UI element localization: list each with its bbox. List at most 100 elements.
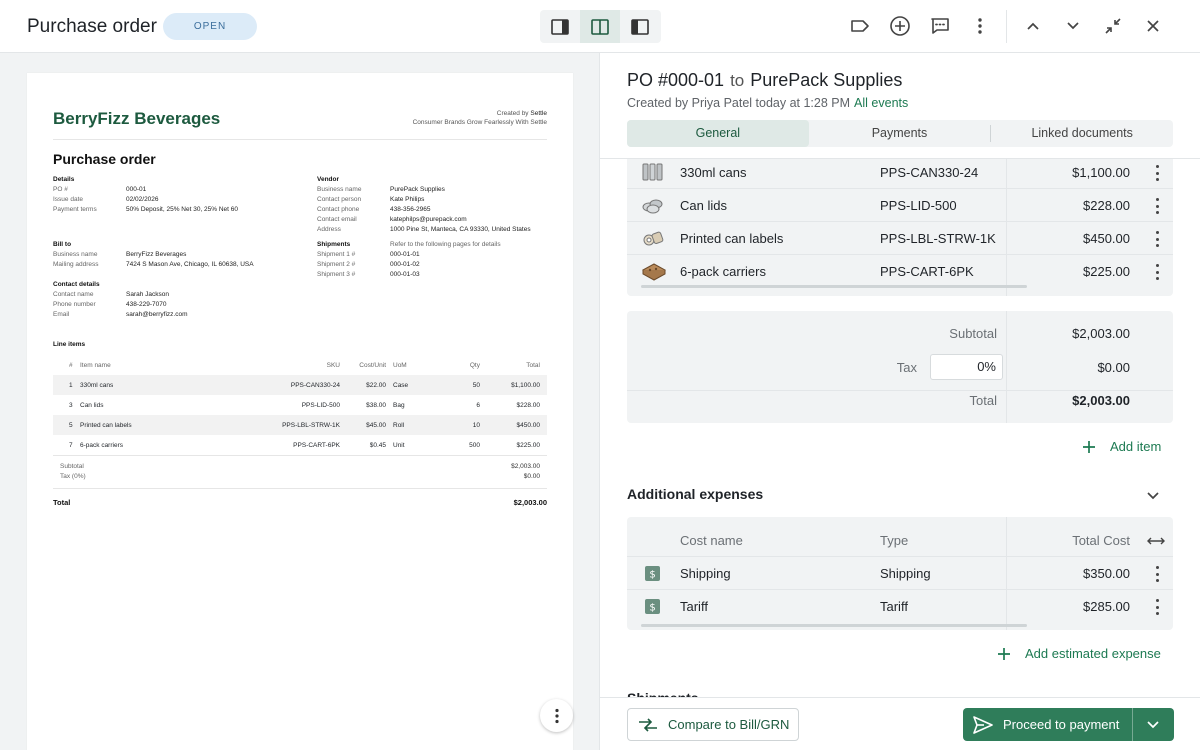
split-view-button[interactable] — [580, 10, 620, 43]
row-menu-button[interactable] — [1155, 264, 1159, 280]
doc-divider — [53, 488, 547, 489]
page-title: Purchase order — [27, 16, 157, 37]
compare-button[interactable]: Compare to Bill/GRN — [627, 708, 799, 741]
next-button[interactable] — [1061, 14, 1085, 38]
totals-divider — [627, 390, 1173, 391]
doc-value: katephilps@purepack.com — [390, 216, 467, 223]
total-value: $2,003.00 — [1072, 393, 1130, 408]
doc-cell-total: $1,100.00 — [511, 382, 540, 389]
doc-cell-qty: 6 — [476, 402, 480, 409]
doc-tax-value: $0.00 — [523, 473, 540, 480]
proceed-to-payment-button[interactable]: Proceed to payment — [963, 708, 1174, 741]
doc-line-items-heading: Line items — [53, 341, 86, 348]
more-vert-icon — [554, 708, 559, 723]
doc-value: 000-01-02 — [390, 261, 420, 268]
doc-key: Issue date — [53, 196, 83, 203]
doc-created-by: Created by Settle Consumer Brands Grow F… — [413, 109, 547, 127]
doc-value: 438-356-2965 — [390, 206, 431, 213]
line-item-row[interactable]: Can lids PPS-LID-500 $228.00 — [627, 189, 1173, 222]
doc-key: Shipment 2 # — [317, 261, 356, 268]
resize-columns-icon[interactable] — [1147, 536, 1165, 546]
po-title: PO #000-01 to PurePack Supplies — [627, 70, 902, 91]
tag-button[interactable] — [848, 14, 872, 38]
po-to-label: to — [730, 71, 745, 90]
doc-table-row: 1 330ml cans PPS-CAN330-24 $22.00 Case 5… — [53, 375, 547, 395]
horizontal-scrollbar[interactable] — [641, 624, 1027, 627]
doc-cell-item: 330ml cans — [80, 382, 114, 389]
doc-value: Sarah Jackson — [126, 291, 169, 298]
doc-subtotal-value: $2,003.00 — [511, 463, 540, 470]
doc-key: Shipment 1 # — [317, 251, 356, 258]
expense-name: Tariff — [680, 599, 708, 614]
doc-vendor-heading: Vendor — [317, 176, 340, 183]
total-label: Total — [969, 393, 997, 408]
doc-contact-heading: Contact details — [53, 281, 100, 288]
tab-general[interactable]: General — [627, 120, 809, 147]
line-item-row[interactable]: Printed can labels PPS-LBL-STRW-1K $450.… — [627, 222, 1173, 255]
row-menu-button[interactable] — [1155, 566, 1159, 582]
col-type: Type — [880, 533, 909, 548]
doc-cell-sku: PPS-CAN330-24 — [290, 382, 340, 389]
expense-row[interactable]: $ Shipping Shipping $350.00 — [627, 557, 1173, 590]
doc-title: Purchase order — [53, 151, 156, 167]
close-button[interactable] — [1141, 14, 1165, 38]
item-total: $450.00 — [1083, 231, 1130, 246]
lids-icon — [642, 199, 663, 214]
doc-key: Contact person — [317, 196, 362, 203]
line-item-row[interactable]: 330ml cans PPS-CAN330-24 $1,100.00 — [627, 156, 1173, 189]
proceed-main[interactable]: Proceed to payment — [963, 708, 1133, 741]
add-button[interactable] — [888, 14, 912, 38]
doc-cell-item: 6-pack carriers — [80, 442, 123, 449]
document-options-button[interactable] — [540, 699, 573, 732]
tag-icon — [851, 20, 869, 32]
tab-linked-documents[interactable]: Linked documents — [991, 120, 1173, 147]
item-name: Printed can labels — [680, 231, 784, 246]
previous-button[interactable] — [1021, 14, 1045, 38]
doc-key: Business name — [317, 186, 362, 193]
tab-payments[interactable]: Payments — [809, 120, 991, 147]
all-events-link[interactable]: All events — [854, 96, 908, 110]
expenses-collapse-button[interactable] — [1146, 488, 1160, 500]
doc-key: PO # — [53, 186, 68, 193]
expense-row[interactable]: $ Tariff Tariff $285.00 — [627, 590, 1173, 623]
item-name: 330ml cans — [680, 165, 747, 180]
row-menu-button[interactable] — [1155, 599, 1159, 615]
row-menu-button[interactable] — [1155, 231, 1159, 247]
expenses-card: Cost name Type Total Cost $ Shipping Shi… — [627, 517, 1173, 630]
collapse-button[interactable] — [1101, 14, 1125, 38]
row-menu-button[interactable] — [1155, 198, 1159, 214]
add-item-button[interactable]: Add item — [1082, 439, 1161, 454]
doc-cell-uom: Unit — [393, 442, 405, 449]
item-name: Can lids — [680, 198, 727, 213]
doc-shipments-note: Refer to the following pages for details — [390, 241, 501, 248]
doc-value: sarah@berryfizz.com — [126, 311, 188, 318]
proceed-options-button[interactable] — [1133, 708, 1173, 741]
doc-cell-qty: 50 — [472, 382, 480, 389]
doc-cell-cost: $22.00 — [366, 382, 386, 389]
doc-key: Email — [53, 311, 70, 318]
right-panel-view-button[interactable] — [620, 10, 660, 43]
doc-col-number: # — [69, 362, 73, 369]
doc-value: 7424 S Mason Ave, Chicago, IL 60638, USA — [126, 261, 254, 268]
doc-key: Contact name — [53, 291, 94, 298]
line-item-row[interactable]: 6-pack carriers PPS-CART-6PK $225.00 — [627, 255, 1173, 288]
svg-text:$: $ — [649, 603, 655, 614]
add-estimated-expense-button[interactable]: Add estimated expense — [997, 646, 1161, 661]
doc-table-row: 3 Can lids PPS-LID-500 $38.00 Bag 6 $228… — [53, 395, 547, 415]
more-options-button[interactable] — [968, 14, 992, 38]
item-total: $225.00 — [1083, 264, 1130, 279]
compare-arrows-icon — [639, 717, 657, 732]
row-menu-button[interactable] — [1155, 165, 1159, 181]
collapse-icon — [1105, 18, 1121, 34]
horizontal-scrollbar[interactable] — [641, 285, 1027, 288]
tax-rate-input[interactable]: 0% — [930, 354, 1003, 380]
doc-col-qty: Qty — [469, 362, 480, 369]
doc-cell-uom: Roll — [393, 422, 405, 429]
subtotal-value: $2,003.00 — [1072, 326, 1130, 341]
doc-cell-number: 3 — [69, 402, 73, 409]
item-total: $1,100.00 — [1072, 165, 1130, 180]
left-panel-view-button[interactable] — [540, 10, 580, 43]
comments-button[interactable] — [928, 14, 952, 38]
col-cost-name: Cost name — [680, 533, 743, 548]
expense-total: $285.00 — [1083, 599, 1130, 614]
